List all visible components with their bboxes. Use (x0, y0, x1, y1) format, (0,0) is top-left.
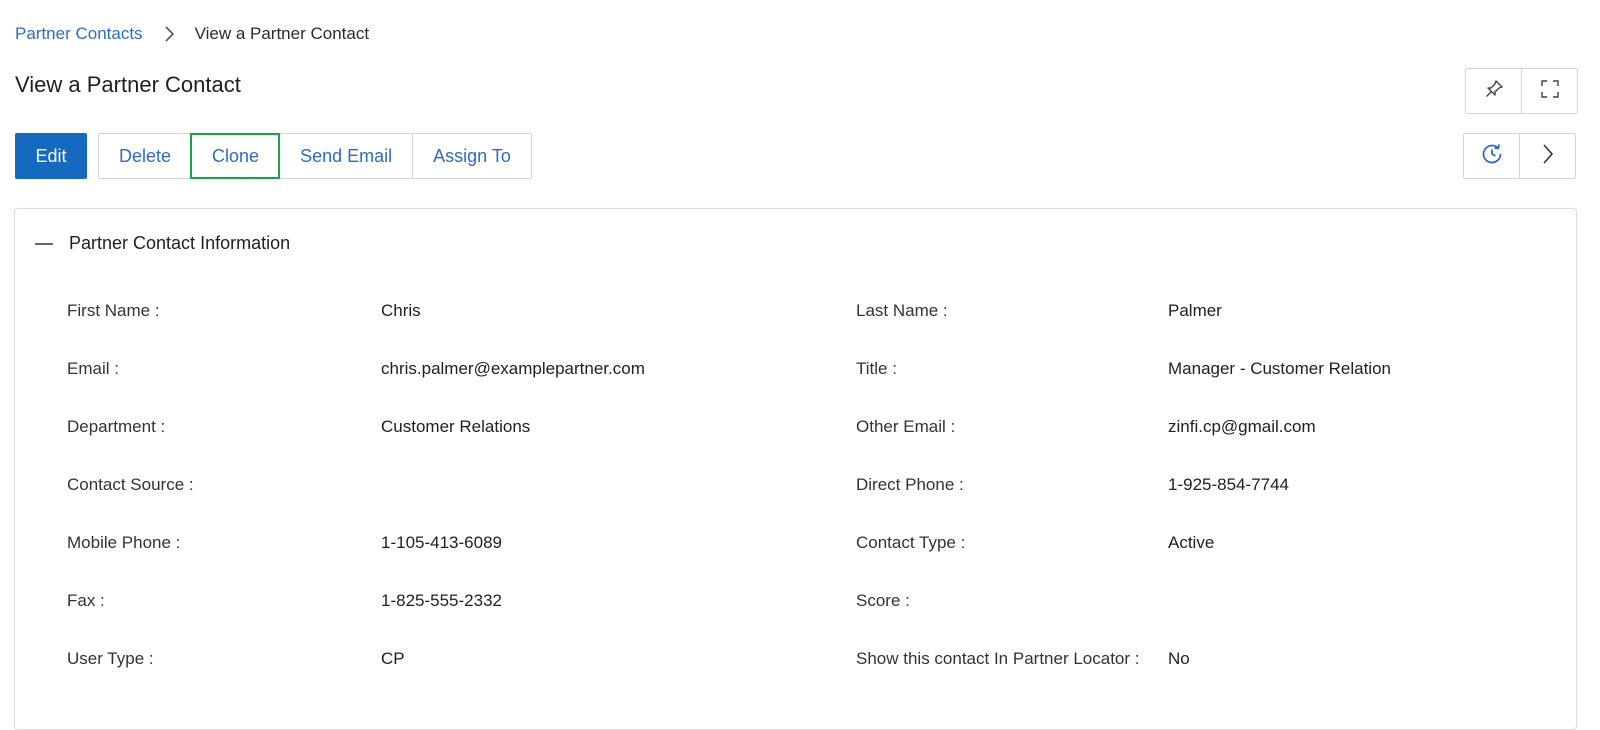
direct-phone-value: 1-925-854-7744 (1168, 475, 1289, 494)
fullscreen-icon (1539, 78, 1561, 105)
user-type-label: User Type : (67, 649, 154, 668)
breadcrumb-partner-contacts-link[interactable]: Partner Contacts (15, 24, 143, 44)
action-toolbar: Edit Delete Clone Send Email Assign To (15, 133, 532, 179)
department-value: Customer Relations (381, 417, 531, 436)
next-record-button[interactable] (1519, 134, 1575, 178)
partner-contact-info-panel: Partner Contact Information First Name :… (14, 208, 1577, 730)
mobile-phone-label: Mobile Phone : (67, 533, 181, 552)
send-email-button[interactable]: Send Email (279, 134, 413, 178)
chevron-right-icon (1541, 143, 1555, 170)
title-label: Title : (856, 359, 897, 378)
history-icon (1479, 141, 1505, 172)
record-nav-group (1463, 133, 1576, 179)
user-type-value: CP (381, 649, 405, 668)
secondary-actions-group: Delete Clone Send Email Assign To (98, 133, 532, 179)
first-name-label: First Name : (67, 301, 160, 320)
clone-button[interactable]: Clone (190, 133, 281, 179)
direct-phone-label: Direct Phone : (856, 475, 964, 494)
edit-button[interactable]: Edit (15, 133, 87, 179)
breadcrumb-current: View a Partner Contact (194, 24, 370, 43)
partner-locator-label: Show this contact In Partner Locator : (856, 649, 1140, 668)
view-options-group (1465, 68, 1578, 114)
last-name-value: Palmer (1168, 301, 1222, 320)
department-label: Department : (67, 417, 166, 436)
minus-icon[interactable] (35, 235, 53, 253)
fax-label: Fax : (67, 591, 105, 610)
chevron-right-icon (157, 22, 183, 46)
section-title: Partner Contact Information (69, 233, 291, 253)
fullscreen-button[interactable] (1521, 69, 1577, 113)
contact-type-label: Contact Type : (856, 533, 966, 552)
section-header[interactable]: Partner Contact Information (35, 233, 290, 254)
pin-icon (1483, 78, 1505, 105)
other-email-label: Other Email : (856, 417, 956, 436)
contact-type-value: Active (1168, 533, 1215, 552)
breadcrumb: Partner Contacts View a Partner Contact (15, 22, 369, 46)
pin-button[interactable] (1466, 69, 1521, 113)
contact-source-label: Contact Source : (67, 475, 194, 494)
assign-to-button[interactable]: Assign To (412, 134, 531, 178)
score-label: Score : (856, 591, 910, 610)
delete-button[interactable]: Delete (99, 134, 192, 178)
other-email-value: zinfi.cp@gmail.com (1168, 417, 1316, 436)
email-value: chris.palmer@examplepartner.com (381, 359, 645, 378)
first-name-value: Chris (381, 301, 421, 320)
mobile-phone-value: 1-105-413-6089 (381, 533, 502, 552)
page-title: View a Partner Contact (15, 72, 241, 97)
title-value: Manager - Customer Relation (1168, 359, 1391, 378)
fax-value: 1-825-555-2332 (381, 591, 502, 610)
last-name-label: Last Name : (856, 301, 948, 320)
email-label: Email : (67, 359, 119, 378)
partner-locator-value: No (1168, 649, 1190, 668)
history-button[interactable] (1464, 134, 1519, 178)
